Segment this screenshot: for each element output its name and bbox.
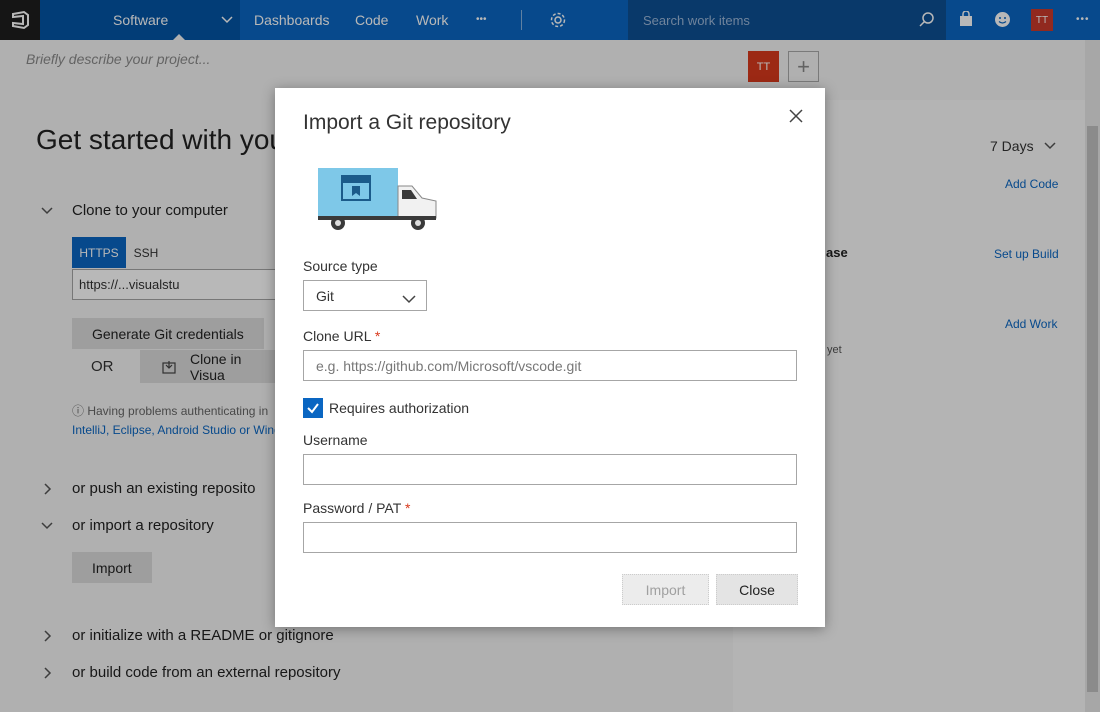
import-git-repository-dialog: Import a Git repository Source type Git …	[275, 88, 825, 627]
chevron-down-icon	[402, 291, 416, 307]
username-input[interactable]	[303, 454, 797, 485]
close-icon[interactable]	[788, 108, 804, 129]
truck-illustration-icon	[318, 166, 438, 237]
clone-url-label-text: Clone URL	[303, 328, 371, 344]
username-label: Username	[303, 432, 368, 448]
required-marker: *	[404, 500, 411, 516]
clone-url-label: Clone URL *	[303, 328, 380, 344]
source-type-label: Source type	[303, 258, 378, 274]
source-type-value: Git	[316, 288, 334, 304]
requires-authorization-checkbox[interactable]	[303, 398, 323, 418]
password-label-text: Password / PAT	[303, 500, 402, 516]
close-button[interactable]: Close	[716, 574, 798, 605]
source-type-select[interactable]: Git	[303, 280, 427, 311]
clone-url-input[interactable]: e.g. https://github.com/Microsoft/vscode…	[303, 350, 797, 381]
checkmark-icon	[307, 403, 319, 414]
dialog-title: Import a Git repository	[303, 111, 511, 134]
import-button[interactable]: Import	[622, 574, 709, 605]
required-marker: *	[374, 328, 381, 344]
password-input[interactable]	[303, 522, 797, 553]
password-label: Password / PAT *	[303, 500, 410, 516]
requires-authorization-label[interactable]: Requires authorization	[329, 400, 469, 416]
